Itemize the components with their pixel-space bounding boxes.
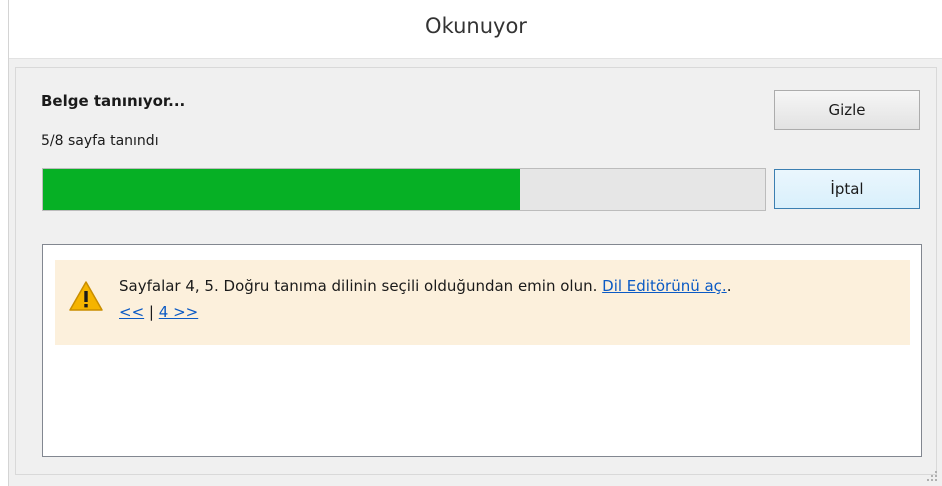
warning-message: Sayfalar 4, 5. Doğru tanıma dilinin seçi… xyxy=(55,260,910,345)
progress-bar xyxy=(42,168,766,211)
previous-link[interactable]: << xyxy=(119,303,144,321)
open-language-editor-link[interactable]: Dil Editörünü aç. xyxy=(602,277,727,295)
warning-icon xyxy=(69,281,103,311)
next-page-link[interactable]: 4 >> xyxy=(159,303,198,321)
status-heading: Belge tanınıyor... xyxy=(41,92,186,110)
window-title: Okunuyor xyxy=(425,14,527,38)
cancel-button[interactable]: İptal xyxy=(774,169,920,209)
progress-bar-fill xyxy=(43,169,520,210)
resize-grip[interactable] xyxy=(926,470,938,482)
title-bar: Okunuyor xyxy=(9,0,942,59)
hide-button[interactable]: Gizle xyxy=(774,90,920,130)
warning-text-block: Sayfalar 4, 5. Doğru tanıma dilinin seçi… xyxy=(119,273,899,325)
message-list[interactable]: Sayfalar 4, 5. Doğru tanıma dilinin seçi… xyxy=(42,244,922,457)
nav-separator: | xyxy=(148,303,154,321)
pages-progress-text: 5/8 sayfa tanındı xyxy=(41,133,159,149)
warning-text: Sayfalar 4, 5. Doğru tanıma dilinin seçi… xyxy=(119,277,598,295)
trailing-period: . xyxy=(726,277,732,295)
recognition-dialog: Okunuyor Belge tanınıyor... 5/8 sayfa ta… xyxy=(8,0,942,486)
